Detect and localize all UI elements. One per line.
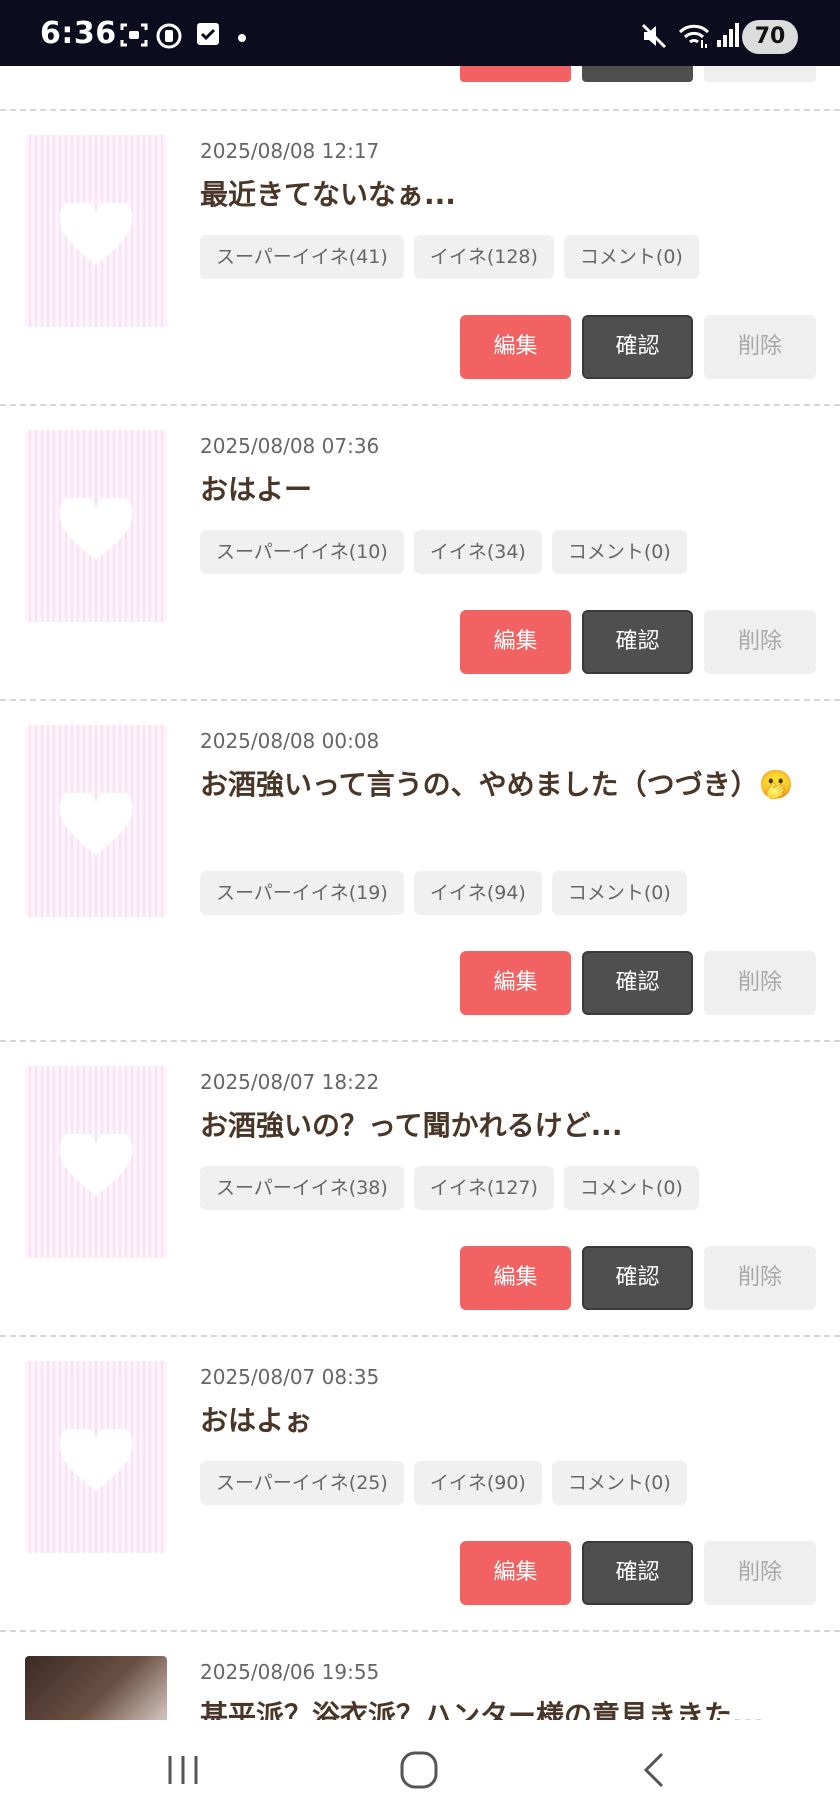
comment-count[interactable]: コメント(0) xyxy=(563,1166,699,1210)
screenshot-icon xyxy=(120,22,148,52)
edit-button[interactable]: 編集 xyxy=(460,1246,571,1310)
like-count[interactable]: イイネ(94) xyxy=(413,871,542,915)
edit-button[interactable] xyxy=(460,66,571,82)
edit-button[interactable]: 編集 xyxy=(460,610,571,674)
post-date: 2025/08/07 08:35 xyxy=(200,1365,380,1389)
like-count[interactable]: イイネ(34) xyxy=(413,530,542,574)
status-time: 6:36 xyxy=(40,16,117,51)
post-date: 2025/08/08 07:36 xyxy=(200,434,380,458)
post-item[interactable]: 2025/08/08 07:36 おはよー スーパーイイネ(10) イイネ(34… xyxy=(0,404,840,699)
confirm-button[interactable]: 確認 xyxy=(582,1246,693,1310)
mute-icon xyxy=(640,22,668,54)
post-date: 2025/08/08 00:08 xyxy=(200,729,380,753)
comment-count[interactable]: コメント(0) xyxy=(551,871,687,915)
post-title[interactable]: おはよぉ xyxy=(200,1399,800,1443)
delete-button[interactable]: 削除 xyxy=(704,1246,816,1310)
edit-button[interactable]: 編集 xyxy=(460,951,571,1015)
post-item[interactable]: 2025/08/08 12:17 最近きてないなぁ... スーパーイイネ(41)… xyxy=(0,109,840,404)
confirm-button[interactable]: 確認 xyxy=(582,1541,693,1605)
delete-button[interactable]: 削除 xyxy=(704,610,816,674)
super-like-count[interactable]: スーパーイイネ(10) xyxy=(200,530,404,574)
post-title[interactable]: 最近きてないなぁ... xyxy=(200,173,800,217)
post-item[interactable]: 2025/08/07 18:22 お酒強いの？って聞かれるけど... スーパーイ… xyxy=(0,1040,840,1335)
heart-icon xyxy=(59,203,133,265)
battery-icon: 70 xyxy=(742,20,798,54)
wifi-icon xyxy=(678,22,710,54)
super-like-count[interactable]: スーパーイイネ(25) xyxy=(200,1461,404,1505)
edit-button[interactable]: 編集 xyxy=(460,1541,571,1605)
status-bar: 6:36 70 xyxy=(0,0,840,66)
post-thumbnail[interactable] xyxy=(25,430,167,622)
comment-count[interactable]: コメント(0) xyxy=(563,235,699,279)
confirm-button[interactable]: 確認 xyxy=(582,951,693,1015)
delete-button[interactable]: 削除 xyxy=(704,1541,816,1605)
like-count[interactable]: イイネ(128) xyxy=(413,235,554,279)
like-count[interactable]: イイネ(127) xyxy=(413,1166,554,1210)
post-date: 2025/08/06 19:55 xyxy=(200,1660,380,1684)
confirm-button[interactable]: 確認 xyxy=(582,315,693,379)
recent-apps-icon[interactable] xyxy=(165,1752,201,1792)
back-icon[interactable] xyxy=(640,1750,668,1794)
post-title[interactable]: 甚平派？浴衣派？ハンター様の意見ききた... xyxy=(200,1694,820,1720)
comment-count[interactable]: コメント(0) xyxy=(551,1461,687,1505)
post-thumbnail[interactable] xyxy=(25,1656,167,1720)
post-date: 2025/08/08 12:17 xyxy=(200,139,380,163)
super-like-count[interactable]: スーパーイイネ(41) xyxy=(200,235,404,279)
post-title[interactable]: おはよー xyxy=(200,468,800,512)
delete-button[interactable] xyxy=(704,66,816,82)
home-icon[interactable] xyxy=(399,1750,439,1794)
post-date: 2025/08/07 18:22 xyxy=(200,1070,380,1094)
post-title[interactable]: お酒強いの？って聞かれるけど... xyxy=(200,1104,800,1148)
sim-icon xyxy=(156,22,182,54)
heart-icon xyxy=(59,498,133,560)
heart-icon xyxy=(59,793,133,855)
comment-count[interactable]: コメント(0) xyxy=(551,530,687,574)
confirm-button[interactable]: 確認 xyxy=(582,610,693,674)
post-title[interactable]: お酒強いって言うの、やめました（つづき）🫢 xyxy=(200,763,800,807)
super-like-count[interactable]: スーパーイイネ(38) xyxy=(200,1166,404,1210)
post-item[interactable]: 2025/08/08 00:08 お酒強いって言うの、やめました（つづき）🫢 ス… xyxy=(0,699,840,1040)
post-list: 2025/08/08 12:17 最近きてないなぁ... スーパーイイネ(41)… xyxy=(0,66,840,1720)
checkbox-icon xyxy=(196,22,220,50)
post-thumbnail[interactable] xyxy=(25,725,167,917)
previous-post-actions xyxy=(0,66,840,110)
notification-dot xyxy=(238,34,246,42)
super-like-count[interactable]: スーパーイイネ(19) xyxy=(200,871,404,915)
delete-button[interactable]: 削除 xyxy=(704,951,816,1015)
confirm-button[interactable] xyxy=(582,66,693,82)
heart-icon xyxy=(59,1429,133,1491)
like-count[interactable]: イイネ(90) xyxy=(413,1461,542,1505)
post-thumbnail[interactable] xyxy=(25,1066,167,1258)
post-thumbnail[interactable] xyxy=(25,135,167,327)
post-thumbnail[interactable] xyxy=(25,1361,167,1553)
delete-button[interactable]: 削除 xyxy=(704,315,816,379)
edit-button[interactable]: 編集 xyxy=(460,315,571,379)
post-item[interactable]: 2025/08/06 19:55 甚平派？浴衣派？ハンター様の意見ききた... xyxy=(0,1630,840,1720)
post-item[interactable]: 2025/08/07 08:35 おはよぉ スーパーイイネ(25) イイネ(90… xyxy=(0,1335,840,1630)
signal-icon xyxy=(716,22,740,52)
heart-icon xyxy=(59,1134,133,1196)
navigation-bar xyxy=(0,1720,840,1820)
